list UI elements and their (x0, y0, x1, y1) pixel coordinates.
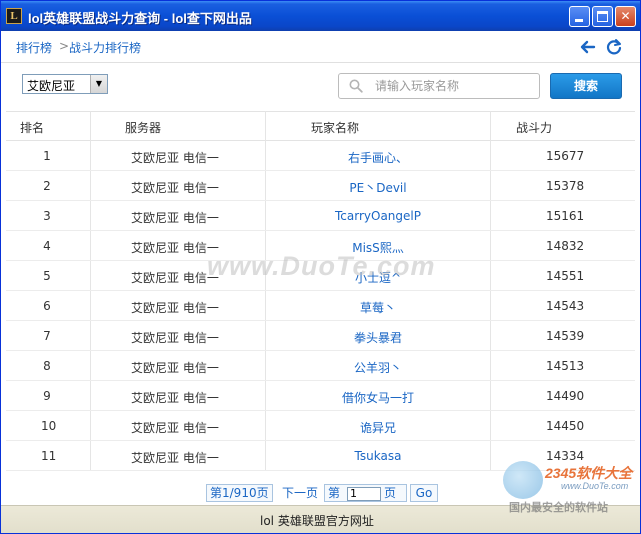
logo-slogan-text: 国内最安全的软件站 (509, 501, 608, 514)
power-cell: 14450 (546, 419, 585, 433)
mascot-icon (503, 461, 543, 499)
app-window: L lol英雄联盟战斗力查询 - lol查下网出品 ✕ 排行榜 > 战斗力排行榜… (0, 0, 641, 534)
page-number-input[interactable]: 1 (347, 487, 381, 501)
power-cell: 15677 (546, 149, 585, 163)
official-site-link[interactable]: lol 英雄联盟官方网址 (260, 512, 374, 529)
power-cell: 14551 (546, 269, 585, 283)
rank-cell: 11 (41, 449, 57, 463)
next-page-link[interactable]: 下一页 (278, 484, 322, 502)
app-logo-icon: L (6, 8, 22, 24)
table-row: 1 艾欧尼亚 电信一 右手画心、 15677 (6, 141, 635, 171)
player-name-link[interactable]: 诡异兄 (266, 419, 490, 436)
search-icon (349, 79, 363, 93)
rank-cell: 8 (43, 359, 51, 373)
back-arrow-icon[interactable] (578, 37, 598, 57)
rank-cell: 9 (43, 389, 51, 403)
close-icon: ✕ (620, 9, 631, 23)
server-cell: 艾欧尼亚 电信一 (131, 331, 219, 345)
search-button[interactable]: 搜索 (550, 73, 622, 99)
rank-cell: 5 (43, 269, 51, 283)
server-cell: 艾欧尼亚 电信一 (131, 391, 219, 405)
rank-cell: 4 (43, 239, 51, 253)
power-cell: 15161 (546, 209, 585, 223)
server-select[interactable]: 艾欧尼亚 ▼ (22, 74, 108, 94)
header-server: 服务器 (125, 121, 162, 135)
player-name-link[interactable]: 公羊羽丶 (266, 359, 490, 376)
server-cell: 艾欧尼亚 电信一 (131, 301, 219, 315)
maximize-icon (597, 11, 608, 22)
power-cell: 14543 (546, 299, 585, 313)
window-title: lol英雄联盟战斗力查询 - lol查下网出品 (28, 11, 252, 26)
breadcrumb-current-link[interactable]: 战斗力排行榜 (69, 39, 141, 56)
player-name-link[interactable]: 借你女马一打 (266, 389, 490, 406)
maximize-button[interactable] (592, 6, 613, 27)
server-cell: 艾欧尼亚 电信一 (131, 151, 219, 165)
breadcrumb-separator: > (59, 39, 70, 53)
table-row: 8 艾欧尼亚 电信一 公羊羽丶 14513 (6, 351, 635, 381)
search-box[interactable] (338, 73, 540, 99)
server-cell: 艾欧尼亚 电信一 (131, 181, 219, 195)
server-cell: 艾欧尼亚 电信一 (131, 241, 219, 255)
search-input[interactable] (375, 77, 535, 95)
title-bar[interactable]: L lol英雄联盟战斗力查询 - lol查下网出品 ✕ (1, 1, 640, 31)
player-name-link[interactable]: 右手画心、 (266, 149, 490, 166)
server-cell: 艾欧尼亚 电信一 (131, 361, 219, 375)
header-rank: 排名 (20, 121, 45, 135)
goto-page-box: 第 1 页 (324, 484, 407, 502)
chevron-down-icon[interactable]: ▼ (90, 75, 107, 93)
server-cell: 艾欧尼亚 电信一 (131, 271, 219, 285)
header-power: 战斗力 (516, 121, 553, 135)
logo-2345-text: 2345软件大全 (545, 465, 633, 481)
table-row: 6 艾欧尼亚 电信一 草莓丶 14543 (6, 291, 635, 321)
breadcrumb-home-link[interactable]: 排行榜 (16, 39, 52, 56)
header-player: 玩家名称 (311, 121, 360, 135)
rank-cell: 10 (41, 419, 57, 433)
rank-cell: 3 (43, 209, 51, 223)
go-button[interactable]: Go (410, 484, 438, 502)
server-cell: 艾欧尼亚 电信一 (131, 451, 219, 465)
server-select-value: 艾欧尼亚 (27, 79, 76, 93)
server-cell: 艾欧尼亚 电信一 (131, 421, 219, 435)
table-row: 7 艾欧尼亚 电信一 拳头暴君 14539 (6, 321, 635, 351)
table-header: 排名 服务器 玩家名称 战斗力 (6, 111, 635, 141)
rank-cell: 1 (43, 149, 51, 163)
rank-cell: 6 (43, 299, 51, 313)
logo-url-text: www.DuoTe.com (561, 481, 629, 491)
goto-prefix: 第 (328, 486, 341, 500)
power-cell: 14539 (546, 329, 585, 343)
power-cell: 14490 (546, 389, 585, 403)
rank-cell: 2 (43, 179, 51, 193)
goto-suffix: 页 (384, 486, 397, 500)
player-name-link[interactable]: 草莓丶 (266, 299, 490, 316)
duote-watermark: www.DuoTe.com (207, 251, 436, 281)
minimize-button[interactable] (569, 6, 590, 27)
player-name-link[interactable]: PE丶Devil (266, 179, 490, 196)
player-name-link[interactable]: 拳头暴君 (266, 329, 490, 346)
rank-cell: 7 (43, 329, 51, 343)
power-cell: 14832 (546, 239, 585, 253)
player-name-link[interactable]: Tsukasa (266, 449, 490, 463)
player-name-link[interactable]: TcarryOangelP (266, 209, 490, 223)
toolbar: 艾欧尼亚 ▼ 搜索 (1, 63, 640, 111)
server-cell: 艾欧尼亚 电信一 (131, 211, 219, 225)
power-cell: 14513 (546, 359, 585, 373)
page-info: 第1/910页 (206, 484, 273, 502)
table-row: 2 艾欧尼亚 电信一 PE丶Devil 15378 (6, 171, 635, 201)
minimize-icon (575, 19, 583, 22)
refresh-icon[interactable] (604, 37, 624, 57)
table-row: 3 艾欧尼亚 电信一 TcarryOangelP 15161 (6, 201, 635, 231)
table-row: 10 艾欧尼亚 电信一 诡异兄 14450 (6, 411, 635, 441)
breadcrumb: 排行榜 > 战斗力排行榜 (1, 31, 640, 63)
power-cell: 15378 (546, 179, 585, 193)
close-button[interactable]: ✕ (615, 6, 636, 27)
table-row: 9 艾欧尼亚 电信一 借你女马一打 14490 (6, 381, 635, 411)
